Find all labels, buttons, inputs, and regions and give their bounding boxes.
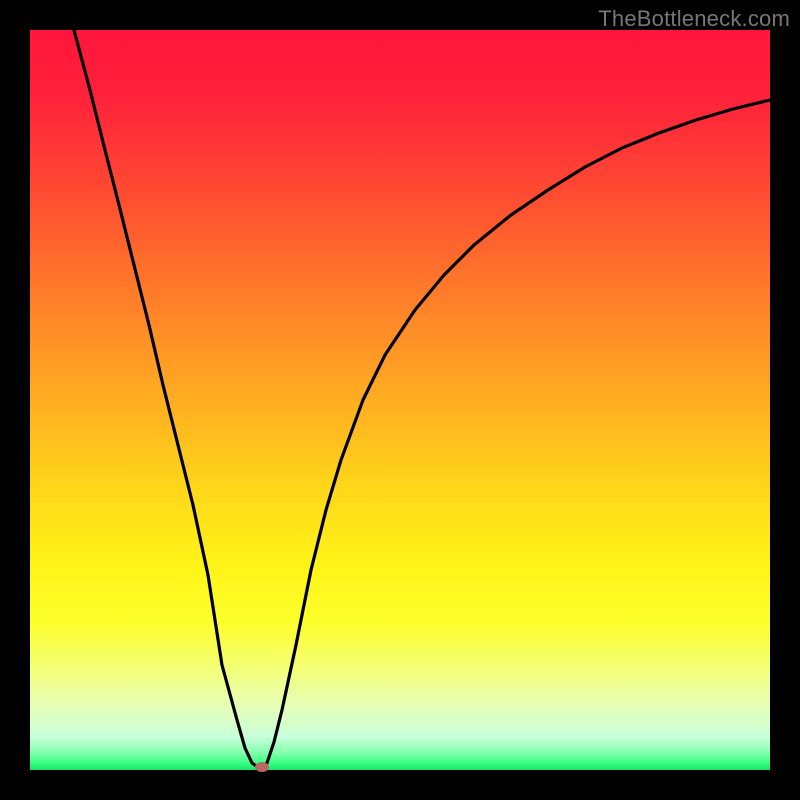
gradient-background: [30, 30, 770, 770]
plot-area: [30, 30, 770, 770]
watermark-text: TheBottleneck.com: [598, 6, 790, 32]
optimal-point-marker: [255, 762, 269, 772]
